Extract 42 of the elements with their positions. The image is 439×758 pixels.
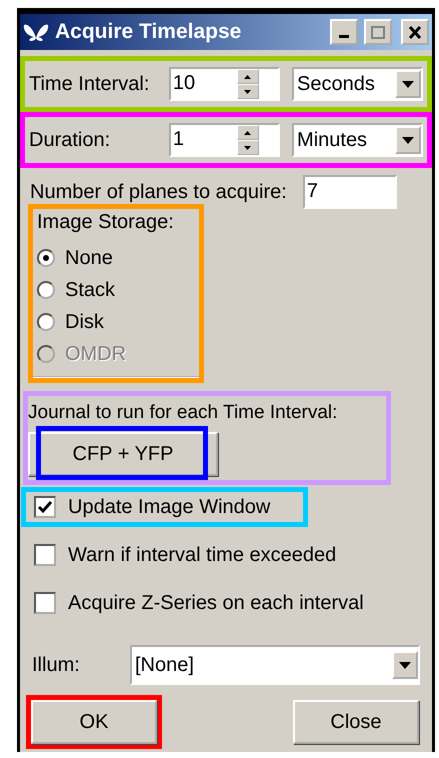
spin-field[interactable]: 10 [168,67,280,101]
group-title: Image Storage: [37,211,175,235]
up-arrow-icon[interactable] [244,74,252,78]
checkbox-label: Acquire Z-Series on each interval [68,592,364,614]
down-arrow-icon[interactable] [244,90,252,94]
radio-label: OMDR [65,342,126,366]
radio-label: Disk [65,310,104,334]
checkbox[interactable] [34,544,56,566]
planes-field[interactable]: 7 [302,175,397,209]
field-label: Number of planes to acquire: [30,180,287,204]
maximize-button[interactable] [364,19,392,45]
field-label: Illum: [32,654,81,676]
caret-icon [399,662,411,668]
dialog-button[interactable]: OK [31,700,157,744]
illum-dropdown[interactable]: [None] [130,645,420,685]
checkbox[interactable] [34,592,56,614]
window-title: Acquire Timelapse [55,20,242,44]
maximize-icon [371,26,385,38]
field-label: Duration: [29,128,112,152]
checkbox-label: Warn if interval time exceeded [68,544,336,566]
field-label: Time Interval: [29,72,150,96]
radio-button[interactable] [37,249,55,267]
spin-field[interactable]: 1 [168,123,280,157]
radio-button[interactable] [37,281,55,299]
journal-button[interactable]: CFP + YFP [28,432,218,476]
checkbox[interactable] [34,496,56,518]
caret-icon [402,80,414,88]
butterfly-icon [23,22,49,42]
unit-dropdown[interactable]: Seconds [292,67,424,101]
field-label: Journal to run for each Time Interval: [28,402,338,424]
caret-icon [402,136,414,144]
minimize-button[interactable] [330,19,358,45]
radio-label: None [65,246,113,270]
up-arrow-icon[interactable] [244,130,252,134]
checkbox-label: Update Image Window [68,496,270,518]
radio-label: Stack [65,278,116,302]
dialog-button[interactable]: Close [293,700,419,744]
minimize-icon [339,34,349,38]
down-arrow-icon[interactable] [244,146,252,150]
radio-button[interactable] [37,313,55,331]
unit-dropdown[interactable]: Minutes [292,123,424,157]
close-icon[interactable] [401,19,429,45]
